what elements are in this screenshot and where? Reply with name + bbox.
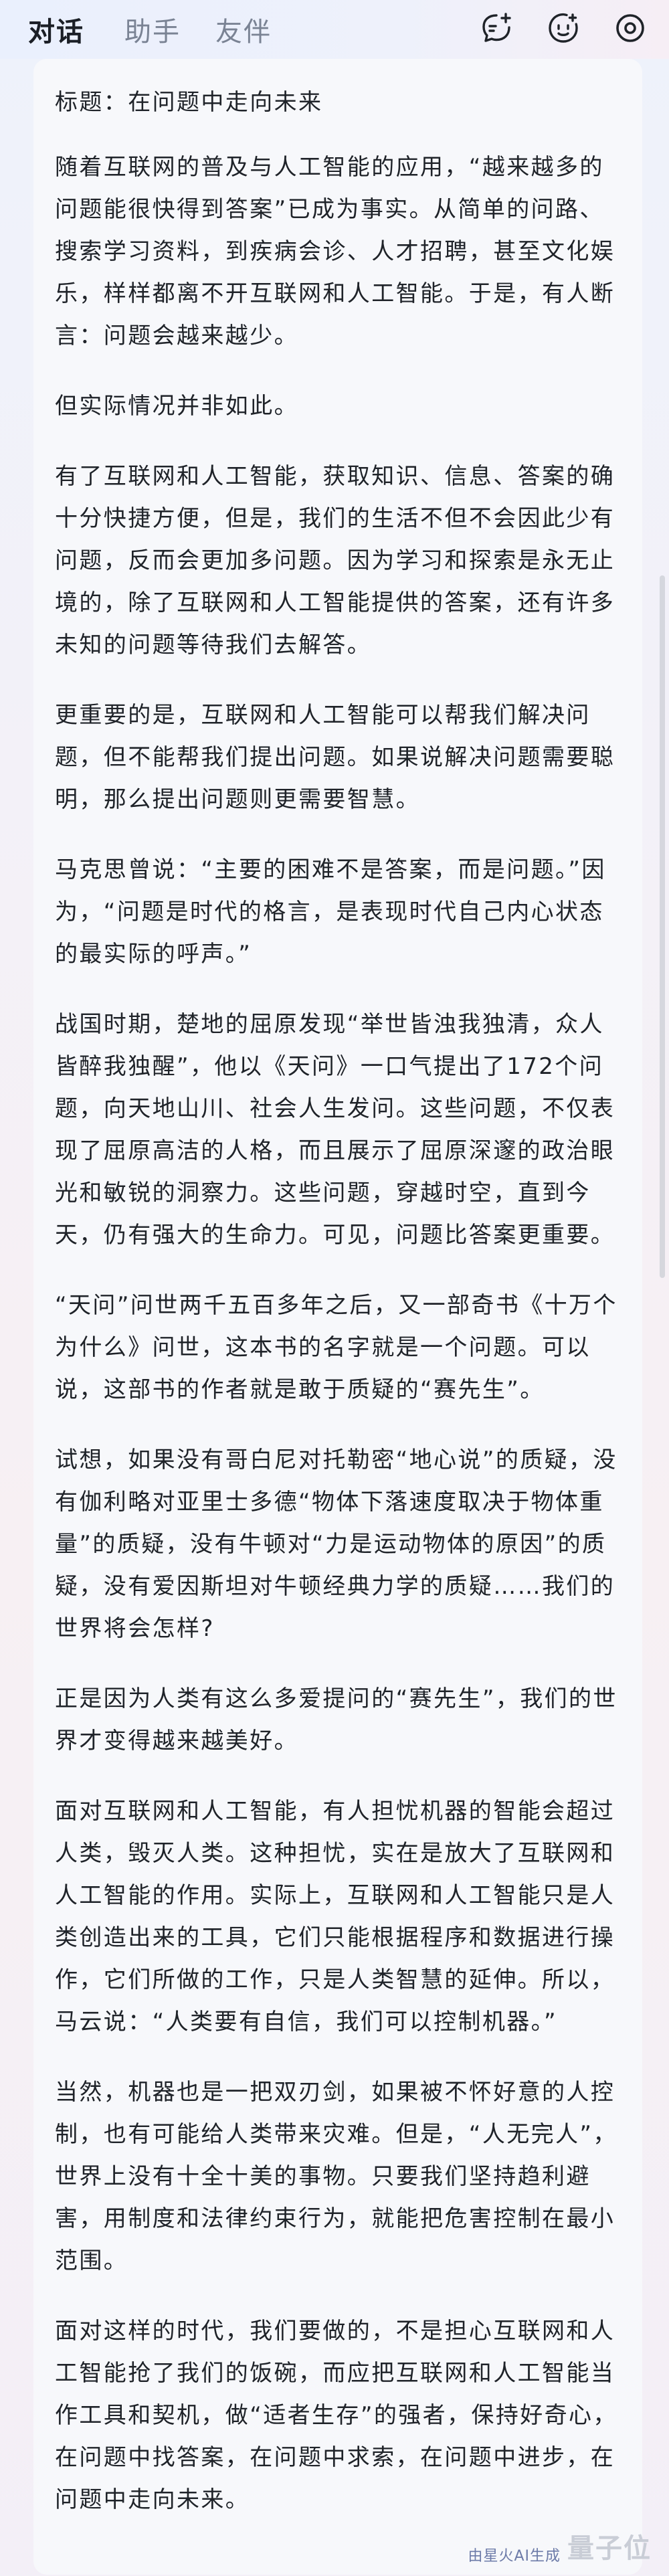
article-paragraph: 有了互联网和人工智能，获取知识、信息、答案的确十分快捷方便，但是，我们的生活不但… [55, 463, 615, 658]
article-paragraph: 正是因为人类有这么多爱提问的“赛先生”，我们的世界才变得越来越美好。 [55, 1685, 617, 1754]
article-paragraph: 面对这样的时代，我们要做的，不是担心互联网和人工智能抢了我们的饭碗，而应把互联网… [55, 2318, 617, 2513]
article-paragraph: 马克思曾说：“主要的困难不是答案，而是问题。”因为，“问题是时代的格言，是表现时… [55, 856, 606, 968]
scrollbar-thumb[interactable] [660, 575, 665, 1278]
tab-companion[interactable]: 友伴 [215, 10, 272, 49]
article-paragraph: “天问”问世两千五百多年之后，又一部奇书《十万个为什么》问世，这本书的名字就是一… [55, 1292, 617, 1403]
watermark-logo: 量子位 [567, 2533, 652, 2564]
watermark: 由星火AI生成 量子位 [468, 2526, 652, 2565]
tab-assistant[interactable]: 助手 [124, 10, 181, 49]
face-icon[interactable] [545, 9, 582, 47]
top-navigation-bar: 对话 助手 友伴 [0, 0, 669, 59]
article-paragraph: 随着互联网的普及与人工智能的应用，“越来越多的问题能很快得到答案”已成为事实。从… [55, 154, 615, 349]
tab-chat[interactable]: 对话 [28, 10, 84, 49]
new-chat-icon[interactable] [478, 9, 515, 47]
article-paragraph: 但实际情况并非如此。 [55, 393, 298, 420]
article-paragraph: 面对互联网和人工智能，有人担忧机器的智能会超过人类，毁灭人类。这种担忧，实在是放… [55, 1798, 615, 2035]
article-paragraph: 战国时期，楚地的屈原发现“举世皆浊我独清，众人皆醉我独醒”，他以《天问》一口气提… [55, 1011, 615, 1249]
article-paragraph: 试想，如果没有哥白尼对托勒密“地心说”的质疑，没有伽利略对亚里士多德“物体下落速… [55, 1447, 617, 1642]
settings-icon[interactable] [611, 9, 649, 47]
article-paragraph: 更重要的是，互联网和人工智能可以帮我们解决问题，但不能帮我们提出问题。如果说解决… [55, 702, 615, 813]
article-title: 标题：在问题中走向未来 [55, 89, 323, 116]
ai-generated-label: 由星火AI生成 [468, 2548, 561, 2565]
article-paragraph: 当然，机器也是一把双刃剑，如果被不怀好意的人控制，也有可能给人类带来灾难。但是，… [55, 2079, 617, 2274]
answer-card: 标题：在问题中走向未来 随着互联网的普及与人工智能的应用，“越来越多的问题能很快… [33, 59, 642, 2575]
top-icons-group [478, 9, 649, 47]
